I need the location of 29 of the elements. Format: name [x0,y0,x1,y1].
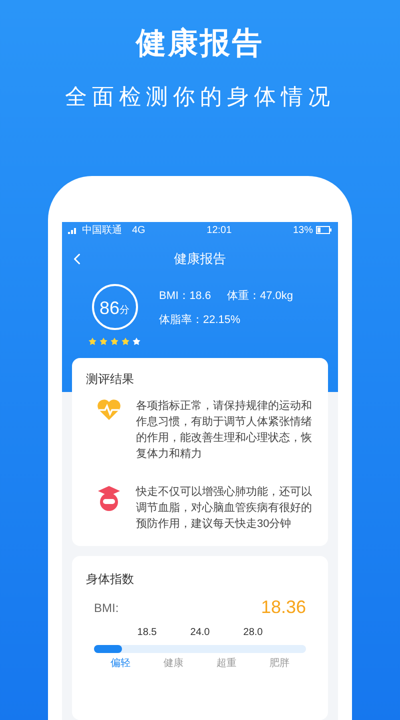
advice-text: 各项指标正常，请保持规律的运动和作息习惯，有助于调节人体紧张情绪的作用，能改善生理和心理状态，恢复体力和精力 [136,399,313,462]
carrier-text: 中国联通 [82,224,122,238]
network-text: 4G [132,224,146,238]
category-label: 肥胖 [268,656,290,671]
category-label: 健康 [162,656,184,671]
nav-title: 健康报告 [174,250,226,268]
advice-text: 快走不仅可以增强心肺功能，还可以调节血脂，对心脑血管疾病有很好的预防作用，建议每天快走30分钟 [136,484,313,532]
promo-subtitle: 全面检测你的身体情况 [65,83,335,111]
score-value: 86 [99,298,120,318]
clock-text: 12:01 [206,224,232,238]
category-label: 超重 [216,656,238,671]
body-fat-text: 体脂率：22.15% [159,312,242,328]
weight-text: 体重：47.0kg [226,289,293,304]
card-title: 测评结果 [86,371,135,388]
score-unit: 分 [120,304,130,318]
bmi-text: BMI：18.6 [159,289,211,304]
promo-title: 健康报告 [136,26,264,62]
threshold-value: 24.0 [190,626,210,640]
threshold-value: 18.5 [137,626,157,640]
bmi-label: BMI: [94,600,119,616]
heart-pulse-icon [96,398,122,422]
card-title: 身体指数 [86,571,135,588]
signal-icon [68,226,78,234]
bmi-value: 18.36 [260,596,306,619]
threshold-value: 28.0 [243,626,263,640]
category-label: 偏轻 [110,657,132,671]
battery-icon [316,226,332,234]
graduate-icon [97,484,121,512]
battery-text: 13% [292,224,313,238]
